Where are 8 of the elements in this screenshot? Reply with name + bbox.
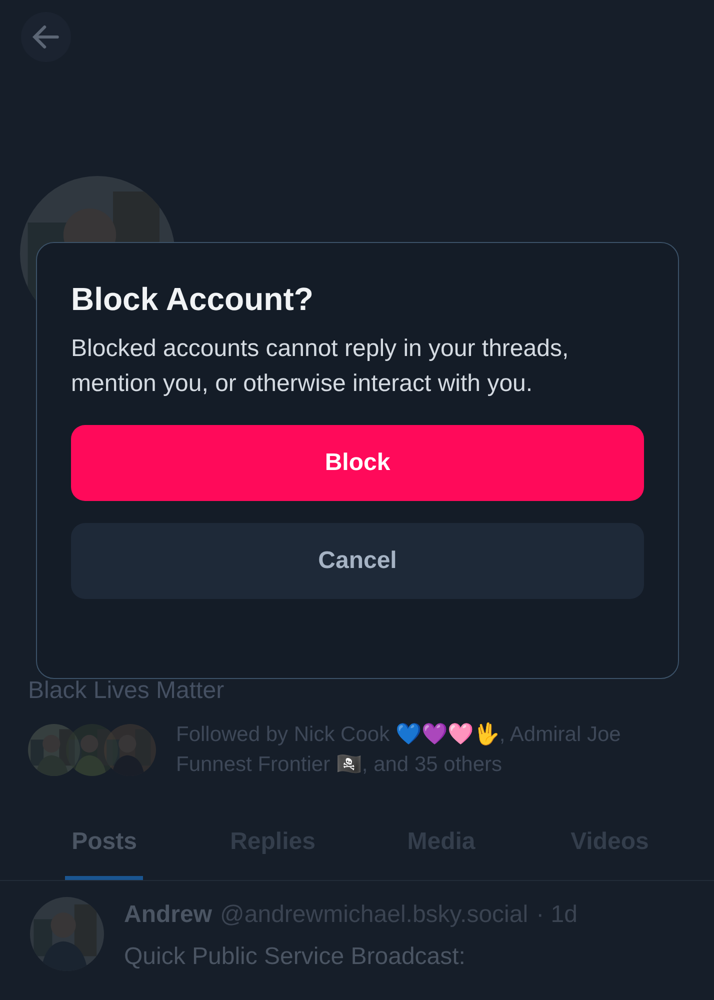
bio-text: Black Lives Matter: [28, 676, 226, 706]
dialog-title: Block Account?: [71, 280, 314, 319]
dialog-message: Blocked accounts cannot reply in your threads, mention you, or otherwise interact with you.: [71, 334, 570, 399]
block-button[interactable]: Block: [71, 425, 644, 501]
cancel-button[interactable]: Cancel: [71, 523, 644, 599]
post-author: Andrew: [124, 900, 212, 930]
post-text: Quick Public Service Broadcast:: [124, 942, 466, 972]
profile-tab[interactable]: Posts: [20, 824, 188, 880]
